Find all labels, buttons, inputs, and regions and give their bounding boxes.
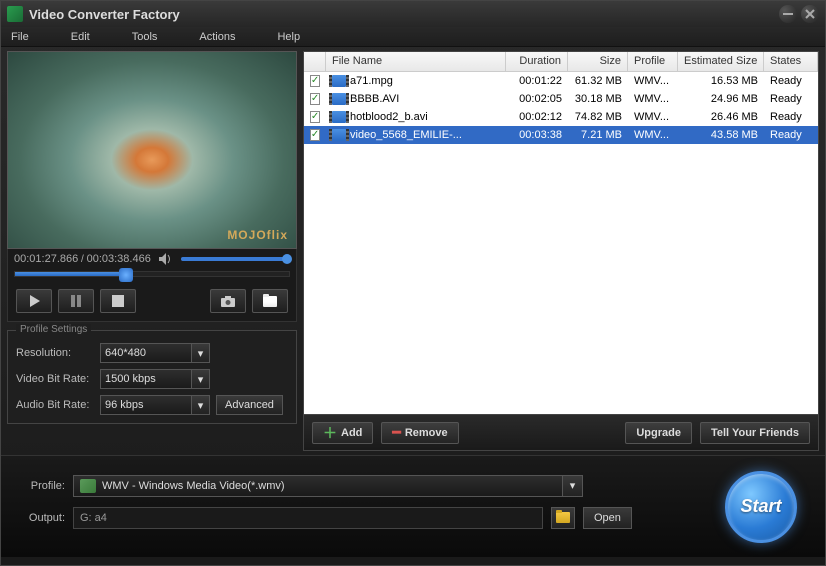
browse-output-button[interactable] <box>551 507 575 529</box>
video-file-icon <box>332 111 346 123</box>
playback-time: 00:01:27.866 / 00:03:38.466 <box>14 253 151 265</box>
remove-button[interactable]: ━Remove <box>381 422 458 444</box>
app-logo-icon <box>7 6 23 22</box>
volume-slider[interactable] <box>181 257 290 261</box>
menu-file[interactable]: File <box>11 31 29 43</box>
col-duration[interactable]: Duration <box>506 52 568 71</box>
audio-bitrate-combo[interactable]: 96 kbps▾ <box>100 395 210 415</box>
output-path-field[interactable]: G: a4 <box>73 507 543 529</box>
app-window: Video Converter Factory File Edit Tools … <box>0 0 826 566</box>
profile-label: Profile: <box>19 480 65 492</box>
upgrade-button[interactable]: Upgrade <box>625 422 692 444</box>
start-button[interactable]: Start <box>725 471 797 543</box>
menu-tools[interactable]: Tools <box>132 31 158 43</box>
table-row[interactable]: ✓BBBB.AVI00:02:0530.18 MBWMV...24.96 MBR… <box>304 90 818 108</box>
menubar: File Edit Tools Actions Help <box>1 27 825 47</box>
video-file-icon <box>332 93 346 105</box>
profile-settings-panel: Profile Settings Resolution: 640*480▾ Vi… <box>7 330 297 424</box>
window-title: Video Converter Factory <box>29 7 775 22</box>
checkbox[interactable]: ✓ <box>310 129 320 141</box>
profile-settings-legend: Profile Settings <box>16 324 91 335</box>
video-preview[interactable]: MOJOflix <box>7 51 297 249</box>
add-button[interactable]: ＋Add <box>312 422 373 444</box>
video-file-icon <box>332 129 346 141</box>
checkbox[interactable]: ✓ <box>310 75 320 87</box>
file-table-body[interactable]: ✓a71.mpg00:01:2261.32 MBWMV...16.53 MBRe… <box>304 72 818 414</box>
snapshot-button[interactable] <box>210 289 246 313</box>
menu-help[interactable]: Help <box>277 31 300 43</box>
play-button[interactable] <box>16 289 52 313</box>
watermark: MOJOflix <box>227 228 288 242</box>
plus-icon: ＋ <box>323 423 337 443</box>
minimize-button[interactable] <box>779 5 797 23</box>
resolution-label: Resolution: <box>16 347 94 359</box>
file-actions-bar: ＋Add ━Remove Upgrade Tell Your Friends <box>304 414 818 450</box>
video-file-icon <box>332 75 346 87</box>
audio-bitrate-label: Audio Bit Rate: <box>16 399 94 411</box>
chevron-down-icon: ▾ <box>191 370 209 388</box>
playback-panel: 00:01:27.866 / 00:03:38.466 <box>7 249 297 322</box>
menu-edit[interactable]: Edit <box>71 31 90 43</box>
col-states[interactable]: States <box>764 52 818 71</box>
profile-combo[interactable]: WMV - Windows Media Video(*.wmv) ▾ <box>73 475 583 497</box>
video-bitrate-combo[interactable]: 1500 kbps▾ <box>100 369 210 389</box>
col-profile[interactable]: Profile <box>628 52 678 71</box>
advanced-button[interactable]: Advanced <box>216 395 283 415</box>
file-table-header[interactable]: File Name Duration Size Profile Estimate… <box>304 52 818 72</box>
checkbox[interactable]: ✓ <box>310 111 320 123</box>
table-row[interactable]: ✓video_5568_EMILIE-...00:03:387.21 MBWMV… <box>304 126 818 144</box>
seek-slider[interactable] <box>14 271 290 277</box>
close-button[interactable] <box>801 5 819 23</box>
table-row[interactable]: ✓a71.mpg00:01:2261.32 MBWMV...16.53 MBRe… <box>304 72 818 90</box>
tell-friends-button[interactable]: Tell Your Friends <box>700 422 810 444</box>
volume-icon[interactable] <box>159 253 173 265</box>
col-estimated[interactable]: Estimated Size <box>678 52 764 71</box>
table-row[interactable]: ✓hotblood2_b.avi00:02:1274.82 MBWMV...26… <box>304 108 818 126</box>
chevron-down-icon: ▾ <box>562 476 582 496</box>
stop-button[interactable] <box>100 289 136 313</box>
chevron-down-icon: ▾ <box>191 396 209 414</box>
titlebar[interactable]: Video Converter Factory <box>1 1 825 27</box>
pause-button[interactable] <box>58 289 94 313</box>
menu-actions[interactable]: Actions <box>199 31 235 43</box>
checkbox[interactable]: ✓ <box>310 93 320 105</box>
wmv-icon <box>80 479 96 493</box>
bottom-panel: Profile: WMV - Windows Media Video(*.wmv… <box>1 455 825 557</box>
col-size[interactable]: Size <box>568 52 628 71</box>
chevron-down-icon: ▾ <box>191 344 209 362</box>
open-folder-button[interactable] <box>252 289 288 313</box>
col-filename[interactable]: File Name <box>326 52 506 71</box>
resolution-combo[interactable]: 640*480▾ <box>100 343 210 363</box>
output-label: Output: <box>19 512 65 524</box>
folder-icon <box>556 512 570 523</box>
file-list-panel: File Name Duration Size Profile Estimate… <box>303 51 819 451</box>
minus-icon: ━ <box>392 424 400 441</box>
open-output-button[interactable]: Open <box>583 507 632 529</box>
video-bitrate-label: Video Bit Rate: <box>16 373 94 385</box>
